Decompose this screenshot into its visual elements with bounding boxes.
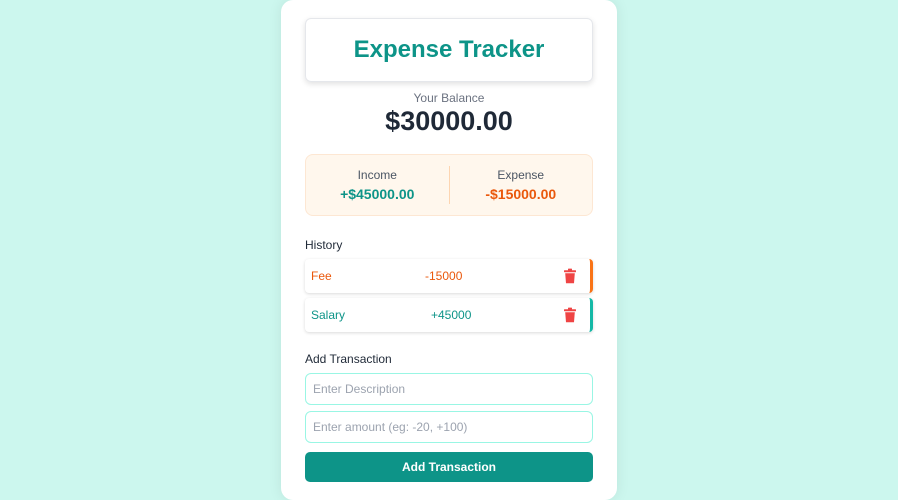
balance-value: $30000.00: [385, 106, 513, 136]
transaction-item-fee: Fee -15000: [305, 259, 593, 293]
transaction-description: Salary: [311, 308, 346, 322]
add-transaction-heading: Add Transaction: [305, 352, 392, 366]
income-expense-summary: Income +$45000.00 Expense -$15000.00: [305, 154, 593, 216]
header-box: Expense Tracker: [305, 18, 593, 82]
amount-input[interactable]: [305, 411, 593, 443]
expense-label: Expense: [497, 168, 545, 182]
transaction-amount: -15000: [425, 269, 463, 283]
expense-tracker-card: Expense Tracker Your Balance $30000.00 I…: [281, 0, 617, 500]
expense-value: -$15000.00: [485, 186, 557, 202]
add-transaction-button[interactable]: Add Transaction: [305, 452, 593, 482]
expense-column: Expense -$15000.00: [450, 155, 593, 215]
transaction-amount: +45000: [431, 308, 472, 322]
income-column: Income +$45000.00: [306, 155, 449, 215]
balance-label: Your Balance: [413, 91, 485, 105]
trash-icon[interactable]: [562, 307, 578, 323]
income-value: +$45000.00: [340, 186, 415, 202]
transaction-description: Fee: [311, 269, 332, 283]
income-label: Income: [357, 168, 397, 182]
description-input[interactable]: [305, 373, 593, 405]
app-title: Expense Tracker: [353, 36, 545, 63]
history-heading: History: [305, 238, 343, 252]
transaction-item-salary: Salary +45000: [305, 298, 593, 332]
trash-icon[interactable]: [562, 268, 578, 284]
